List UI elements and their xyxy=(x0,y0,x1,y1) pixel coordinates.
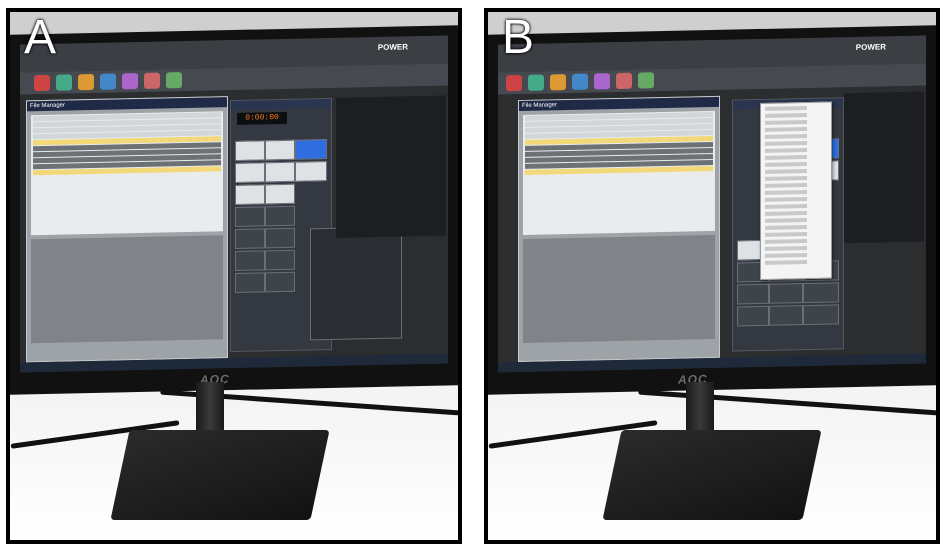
clock-display: 0:00:00 xyxy=(237,111,287,125)
cart-cell[interactable] xyxy=(265,227,295,249)
cart-cell[interactable] xyxy=(235,272,265,293)
cart-cell[interactable] xyxy=(265,139,295,161)
toolbar-icon[interactable] xyxy=(122,73,138,90)
context-menu-item[interactable] xyxy=(765,183,807,188)
context-menu-item[interactable] xyxy=(765,204,807,209)
file-manager-window: File Manager xyxy=(26,96,228,363)
cart-cell[interactable] xyxy=(265,249,295,271)
cart-cell[interactable] xyxy=(235,228,265,249)
file-manager-window: File Manager xyxy=(518,95,720,363)
cart-cell[interactable] xyxy=(235,184,265,205)
cart-cell[interactable] xyxy=(737,283,769,305)
cart-cell[interactable] xyxy=(235,162,265,183)
context-menu-item[interactable] xyxy=(765,197,807,202)
context-menu-item[interactable] xyxy=(765,218,807,223)
context-menu-item[interactable] xyxy=(765,232,807,237)
app-brand: POWER xyxy=(377,42,408,52)
app-brand: POWER xyxy=(855,42,886,52)
cart-cell[interactable] xyxy=(265,271,295,293)
context-menu-item[interactable] xyxy=(765,211,807,216)
monitor-screen: POWER File Manager xyxy=(498,35,926,373)
context-menu-item[interactable] xyxy=(765,148,807,153)
toolbar-icon[interactable] xyxy=(506,74,522,92)
side-panel xyxy=(336,95,446,238)
cart-cell[interactable] xyxy=(235,206,265,227)
context-menu-item[interactable] xyxy=(765,162,807,167)
toolbar-icon[interactable] xyxy=(144,72,160,89)
cart-cell[interactable] xyxy=(803,282,839,304)
context-menu-item[interactable] xyxy=(765,113,807,118)
context-menu-item[interactable] xyxy=(765,225,807,230)
file-list-empty-area xyxy=(523,234,715,343)
toolbar-icon[interactable] xyxy=(616,72,632,90)
side-panel xyxy=(844,91,924,244)
context-menu-item[interactable] xyxy=(765,176,807,181)
context-menu xyxy=(760,101,832,280)
context-menu-item[interactable] xyxy=(765,106,807,111)
cart-cell[interactable] xyxy=(295,161,327,182)
monitor-screen: POWER File Manager xyxy=(20,35,448,373)
cart-cell[interactable] xyxy=(737,305,769,327)
cart-cell[interactable] xyxy=(235,140,265,161)
monitor: POWER File Manager xyxy=(488,25,936,395)
photo-panel-b: B POWER File Manager AOC xyxy=(484,8,940,544)
file-manager-title: File Manager xyxy=(27,97,227,112)
toolbar-icon[interactable] xyxy=(34,74,50,92)
file-manager-title: File Manager xyxy=(519,96,719,112)
cart-cell[interactable] xyxy=(235,250,265,271)
context-menu-item[interactable] xyxy=(765,239,807,244)
toolbar-icon[interactable] xyxy=(638,72,654,89)
options-popup xyxy=(310,226,402,341)
file-list xyxy=(523,110,715,235)
context-menu-item[interactable] xyxy=(765,169,807,174)
panel-label: A xyxy=(24,11,57,64)
context-menu-item[interactable] xyxy=(765,120,807,125)
context-menu-item[interactable] xyxy=(765,127,807,132)
toolbar-icon[interactable] xyxy=(572,73,588,90)
file-list xyxy=(31,111,223,236)
cart-cell[interactable] xyxy=(265,205,295,227)
cart-title xyxy=(231,98,331,111)
cart-cell[interactable] xyxy=(803,304,839,326)
context-menu-item[interactable] xyxy=(765,134,807,139)
file-list-empty-area xyxy=(31,235,223,344)
toolbar-icon[interactable] xyxy=(78,73,94,91)
cart-cell[interactable] xyxy=(769,305,803,326)
context-menu-item[interactable] xyxy=(765,260,807,265)
context-menu-item[interactable] xyxy=(765,190,807,195)
monitor-stand-base xyxy=(602,430,822,520)
cart-cell[interactable] xyxy=(769,283,803,304)
cart-cell[interactable] xyxy=(265,183,295,205)
toolbar-icon[interactable] xyxy=(166,72,182,89)
monitor: POWER File Manager xyxy=(10,25,458,395)
toolbar-icon[interactable] xyxy=(528,74,544,91)
panel-label: B xyxy=(502,11,535,64)
context-menu-item[interactable] xyxy=(765,253,807,258)
monitor-stand-base xyxy=(110,430,330,520)
cart-cell[interactable] xyxy=(265,161,295,183)
photo-panel-a: A POWER File Manager 0:00:00 AOC xyxy=(6,8,462,544)
toolbar-icon[interactable] xyxy=(550,74,566,91)
context-menu-item[interactable] xyxy=(765,141,807,146)
toolbar-icon[interactable] xyxy=(594,73,610,90)
context-menu-item[interactable] xyxy=(765,155,807,160)
toolbar-icon[interactable] xyxy=(56,74,72,91)
cart-cell-selected[interactable] xyxy=(295,139,327,160)
context-menu-item[interactable] xyxy=(765,246,807,251)
toolbar-icon[interactable] xyxy=(100,73,116,90)
